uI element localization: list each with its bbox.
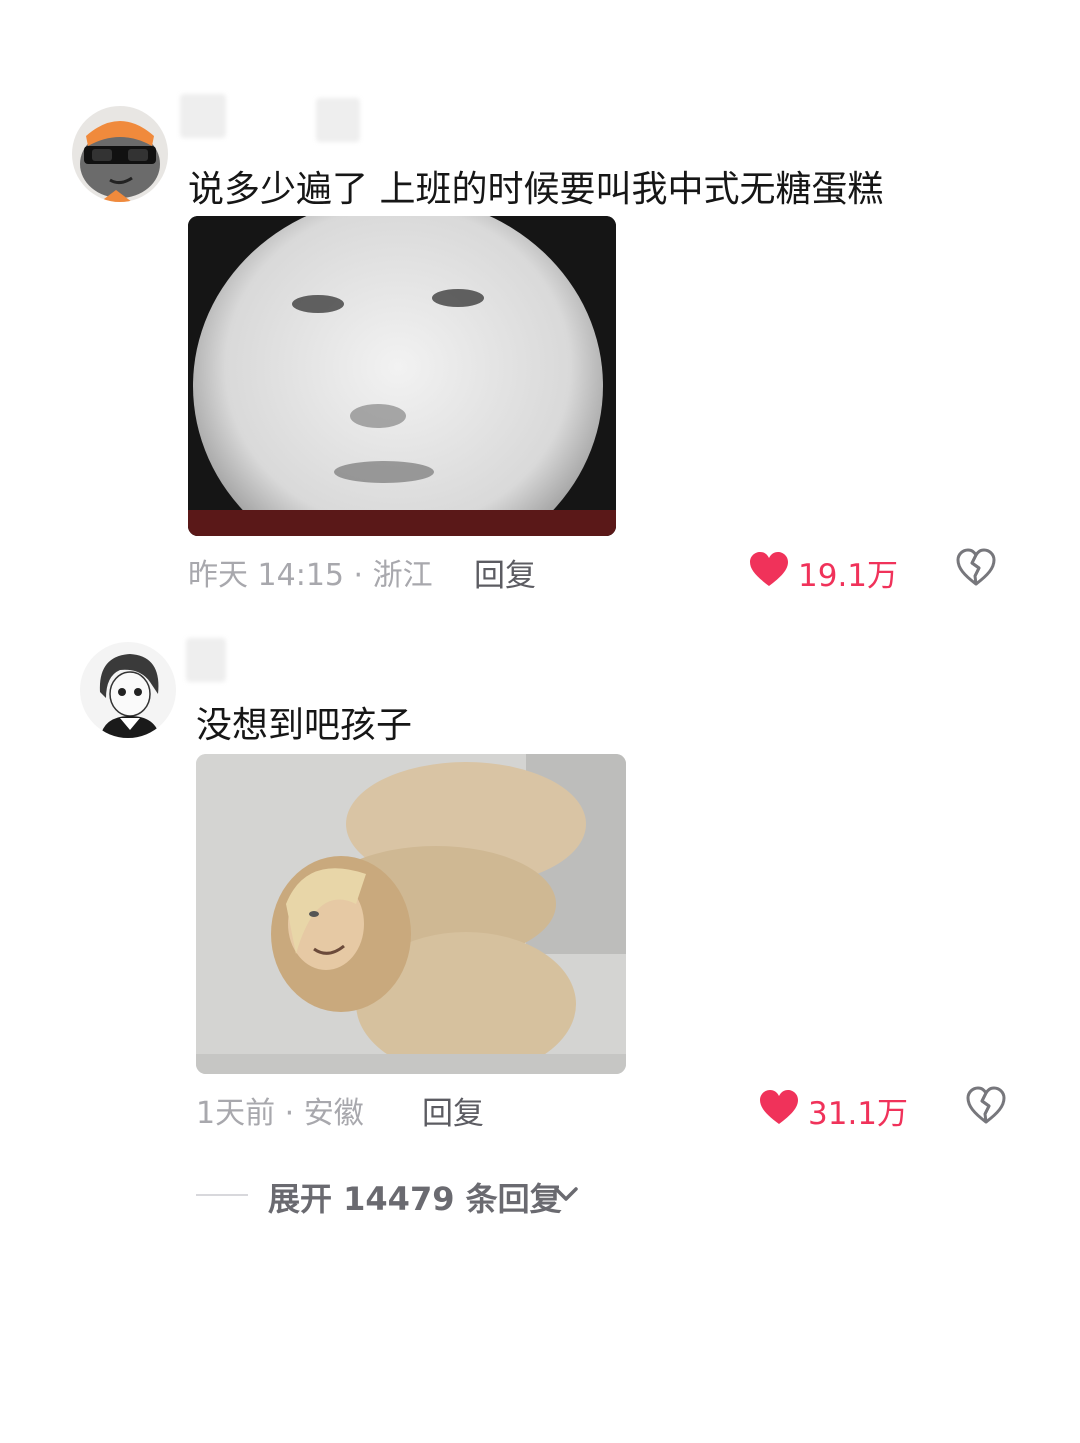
fish-cake-face-meme-image-icon [196,754,626,1074]
expand-replies-label: 展开 14479 条回复 [268,1180,562,1218]
expand-replies-button[interactable]: 展开 14479 条回复 [196,1170,796,1220]
user-avatar[interactable] [72,106,168,202]
anime-character-icon [80,642,176,738]
comment-image[interactable] [196,754,626,1074]
comment-text: 没想到吧孩子 [196,705,413,746]
username-redacted [186,638,226,682]
comment-time-location: 昨天 14:15 · 浙江 [188,558,433,593]
chevron-down-icon [554,1187,578,1201]
like-count: 19.1万 [798,558,899,594]
reply-button[interactable]: 回复 [474,550,536,595]
gray-cat-sunglasses-icon [72,106,168,202]
broken-heart-icon[interactable] [954,546,998,588]
comment-meta: 1天前 · 安徽 回复 31.1万 [0,1082,1080,1133]
comment-meta: 昨天 14:15 · 浙江 回复 19.1万 [0,544,1080,595]
broken-heart-icon[interactable] [964,1084,1008,1126]
comment-list: 说多少遍了 上班的时候要叫我中式无糖蛋糕 昨天 14:15 · 浙江 回复 19… [0,0,1080,1443]
heart-icon [750,552,788,586]
heart-icon [760,1090,798,1124]
comment-text: 说多少遍了 上班的时候要叫我中式无糖蛋糕 [188,169,884,210]
username-redacted [316,98,360,142]
like-count: 31.1万 [808,1096,909,1132]
user-avatar[interactable] [80,642,176,738]
comment-image[interactable] [188,216,616,536]
reply-button[interactable]: 回复 [422,1088,484,1133]
username-redacted [180,94,226,138]
blurry-face-meme-image-icon [188,216,616,536]
divider-line [196,1194,248,1196]
comment-time-location: 1天前 · 安徽 [196,1096,364,1131]
